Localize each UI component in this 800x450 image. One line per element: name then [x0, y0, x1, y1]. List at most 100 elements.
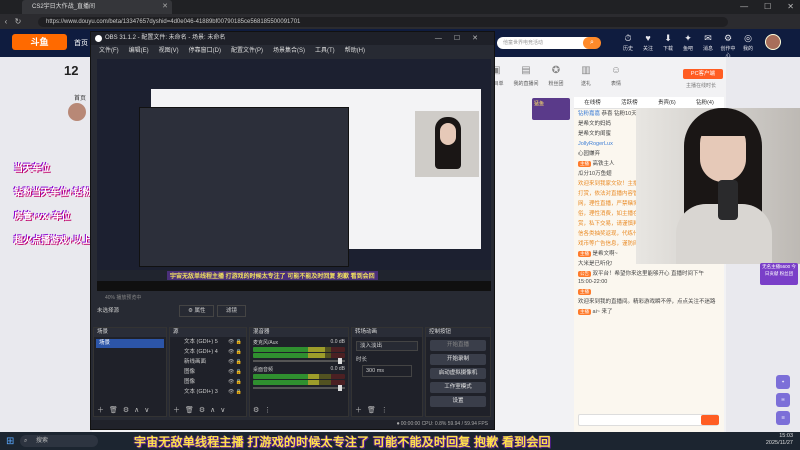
search-icon[interactable]: ⌕ — [583, 37, 601, 49]
rail-button-3[interactable]: ☰ — [776, 411, 790, 425]
visibility-lock-icons[interactable]: 👁 🔒 — [228, 387, 242, 397]
room-home-tag[interactable]: 首页 — [74, 93, 86, 102]
source-item[interactable]: 文本 (GDI+) 3 👁 🔒 — [170, 387, 246, 397]
rank-tab-2[interactable]: 贵宾(6) — [658, 97, 676, 108]
chat-input[interactable] — [578, 414, 718, 426]
room-toolbar: ▣ 节目单 ▤ 我的直播间 ✪ 粉丝团 ▥ 送礼 ☺ 表情 — [482, 62, 707, 98]
source-item[interactable]: 新线画面 👁 🔒 — [170, 357, 246, 367]
obs-menu-item-5[interactable]: 场景集合(S) — [273, 45, 305, 57]
obs-menu-item-4[interactable]: 配置文件(P) — [231, 45, 263, 57]
back-icon[interactable]: ‹ — [0, 17, 12, 26]
transitions-footer[interactable]: ＋🗑⋮ — [352, 406, 422, 416]
maximize-button[interactable]: ☐ — [764, 0, 771, 14]
header-item-1[interactable]: ♥ 关注 — [640, 32, 656, 59]
mixer-channel-db: 0.0 dB — [330, 366, 345, 372]
close-window-button[interactable]: ✕ — [787, 0, 794, 14]
site-search-input[interactable]: 他童世界电竞活动 ⌕ — [497, 37, 601, 49]
sources-footer[interactable]: ＋🗑⚙∧∨ — [170, 406, 246, 416]
control-button-4[interactable]: 设置 — [430, 396, 486, 407]
visibility-lock-icons[interactable]: 👁 🔒 — [228, 347, 242, 357]
scenes-footer[interactable]: ＋🗑⚙∧∨ — [94, 406, 166, 416]
room-tool-4[interactable]: ☺ 表情 — [602, 62, 630, 98]
browser-tab[interactable]: CS2宇日大作战_直播间 ✕ — [22, 0, 172, 14]
chat-text: 心园嫌弃 — [578, 151, 601, 157]
pc-client-button[interactable]: PC客户端 — [683, 69, 723, 79]
close-tab-icon[interactable]: ✕ — [162, 0, 168, 14]
obs-menu-item-1[interactable]: 编辑(E) — [129, 45, 149, 57]
filters-button[interactable]: 滤镜 — [217, 305, 247, 317]
duration-input[interactable]: 300 ms — [362, 365, 412, 377]
minimize-button[interactable]: — — [740, 0, 748, 14]
obs-menu-item-7[interactable]: 帮助(H) — [345, 45, 365, 57]
visibility-lock-icons[interactable]: 👁 🔒 — [228, 367, 242, 377]
douyu-logo[interactable]: 斗鱼 — [12, 34, 67, 50]
rail-button-2[interactable]: ✉ — [776, 393, 790, 407]
obs-menu-item-3[interactable]: 停靠窗口(D) — [189, 45, 221, 57]
transition-select[interactable]: 淡入淡出 — [356, 341, 418, 351]
rank-tab-1[interactable]: 活跃榜 — [621, 97, 638, 108]
chat-user[interactable]: 主播 — [578, 161, 591, 167]
taskbar-search[interactable]: ⌕ 搜索 — [20, 435, 98, 447]
promo-banner[interactable]: 猛鱼 — [532, 98, 570, 120]
room-tool-label-3: 送礼 — [580, 81, 591, 87]
user-avatar[interactable] — [765, 34, 781, 50]
chat-text: 欢迎来到我的直播间。精彩游戏瞬不停，点点关注不迷路 — [578, 299, 716, 305]
visibility-lock-icons[interactable]: 👁 🔒 — [228, 357, 242, 367]
clock-date: 2025/11/27 — [765, 440, 793, 446]
scene-item[interactable]: 场景 — [96, 339, 164, 348]
control-button-3[interactable]: 工作室模式 — [430, 382, 486, 393]
chat-user[interactable]: 主播 — [578, 309, 591, 315]
obs-menu-item-2[interactable]: 视图(V) — [159, 45, 179, 57]
source-item[interactable]: 图像 👁 🔒 — [170, 377, 246, 387]
visibility-lock-icons[interactable]: 👁 🔒 — [228, 377, 242, 387]
volume-slider[interactable] — [253, 385, 345, 391]
control-button-0[interactable]: 开始直播 — [430, 340, 486, 351]
header-icon-5: ⚙ — [723, 33, 733, 43]
windows-start-icon[interactable]: ⊞ — [6, 436, 14, 447]
chat-user[interactable]: 钻粉嘉嘉 — [578, 111, 600, 117]
header-icon-0: ⏱ — [624, 33, 632, 43]
audio-meter — [253, 374, 345, 379]
volume-knob[interactable] — [337, 385, 342, 391]
chat-user[interactable]: 主播 — [578, 289, 591, 295]
nav-home-link[interactable]: 首页 — [74, 38, 88, 48]
visibility-lock-icons[interactable]: 👁 🔒 — [228, 337, 242, 347]
obs-menu-item-6[interactable]: 工具(T) — [315, 45, 335, 57]
header-item-3[interactable]: ✦ 鱼吧 — [680, 32, 696, 59]
source-item[interactable]: 文本 (GDI+) 4 👁 🔒 — [170, 347, 246, 357]
stream-caption: 宇宙无敌单线程主播 打游戏的时候太专注了 可能不能及时回复 抱歉 看到会回 — [134, 435, 551, 449]
system-tray-clock[interactable]: 15:03 2025/11/27 — [735, 433, 793, 447]
header-item-2[interactable]: ⬇ 下载 — [660, 32, 676, 59]
header-item-4[interactable]: ✉ 消息 — [700, 32, 716, 59]
chat-user[interactable]: JollyRogerLux — [578, 141, 613, 147]
header-item-5[interactable]: ⚙ 创作中心 — [720, 32, 736, 59]
obs-window-controls[interactable]: —☐✕ — [435, 32, 490, 45]
rank-tab-0[interactable]: 在线榜 — [584, 97, 601, 108]
volume-slider[interactable] — [253, 358, 345, 364]
properties-button[interactable]: ⚙ 属性 — [179, 305, 215, 317]
control-button-1[interactable]: 开始录制 — [430, 354, 486, 365]
obs-menu-item-0[interactable]: 文件(F) — [99, 45, 119, 57]
header-icon-2: ⬇ — [664, 33, 672, 43]
volume-knob[interactable] — [337, 358, 342, 364]
address-bar[interactable]: https://www.douyu.com/beta/13347657dyshi… — [38, 16, 728, 27]
chat-send-button[interactable] — [701, 415, 719, 425]
rank-tab-3[interactable]: 钻粉(4) — [696, 97, 714, 108]
header-item-6[interactable]: ◎ 我的 — [740, 32, 756, 59]
refresh-icon[interactable]: ↻ — [12, 17, 24, 26]
mixer-channel-header: 桌面音频 0.0 dB — [253, 366, 345, 373]
obs-preview[interactable]: 宇宙无敌单线程主播 打游戏的时候太专注了 可能不能及时回复 抱歉 看到会回 — [97, 59, 491, 291]
room-tool-3[interactable]: ▥ 送礼 — [572, 62, 600, 98]
header-item-0[interactable]: ⏱ 历史 — [620, 32, 636, 59]
room-tool-1[interactable]: ▤ 我的直播间 — [512, 62, 540, 98]
control-button-2[interactable]: 启动虚拟摄像机 — [430, 368, 486, 379]
room-tool-2[interactable]: ✪ 粉丝团 — [542, 62, 570, 98]
chat-user[interactable]: 主播 — [578, 251, 591, 257]
rail-button-1[interactable]: ✦ — [776, 375, 790, 389]
streamer-avatar[interactable] — [68, 103, 86, 121]
source-item[interactable]: 图像 👁 🔒 — [170, 367, 246, 377]
source-item[interactable]: 文本 (GDI+) 5 👁 🔒 — [170, 337, 246, 347]
mixer-footer[interactable]: ⚙⋮ — [250, 406, 348, 416]
source-name: 文本 (GDI+) 5 — [184, 339, 218, 345]
chat-user[interactable]: 公告 — [578, 271, 591, 277]
